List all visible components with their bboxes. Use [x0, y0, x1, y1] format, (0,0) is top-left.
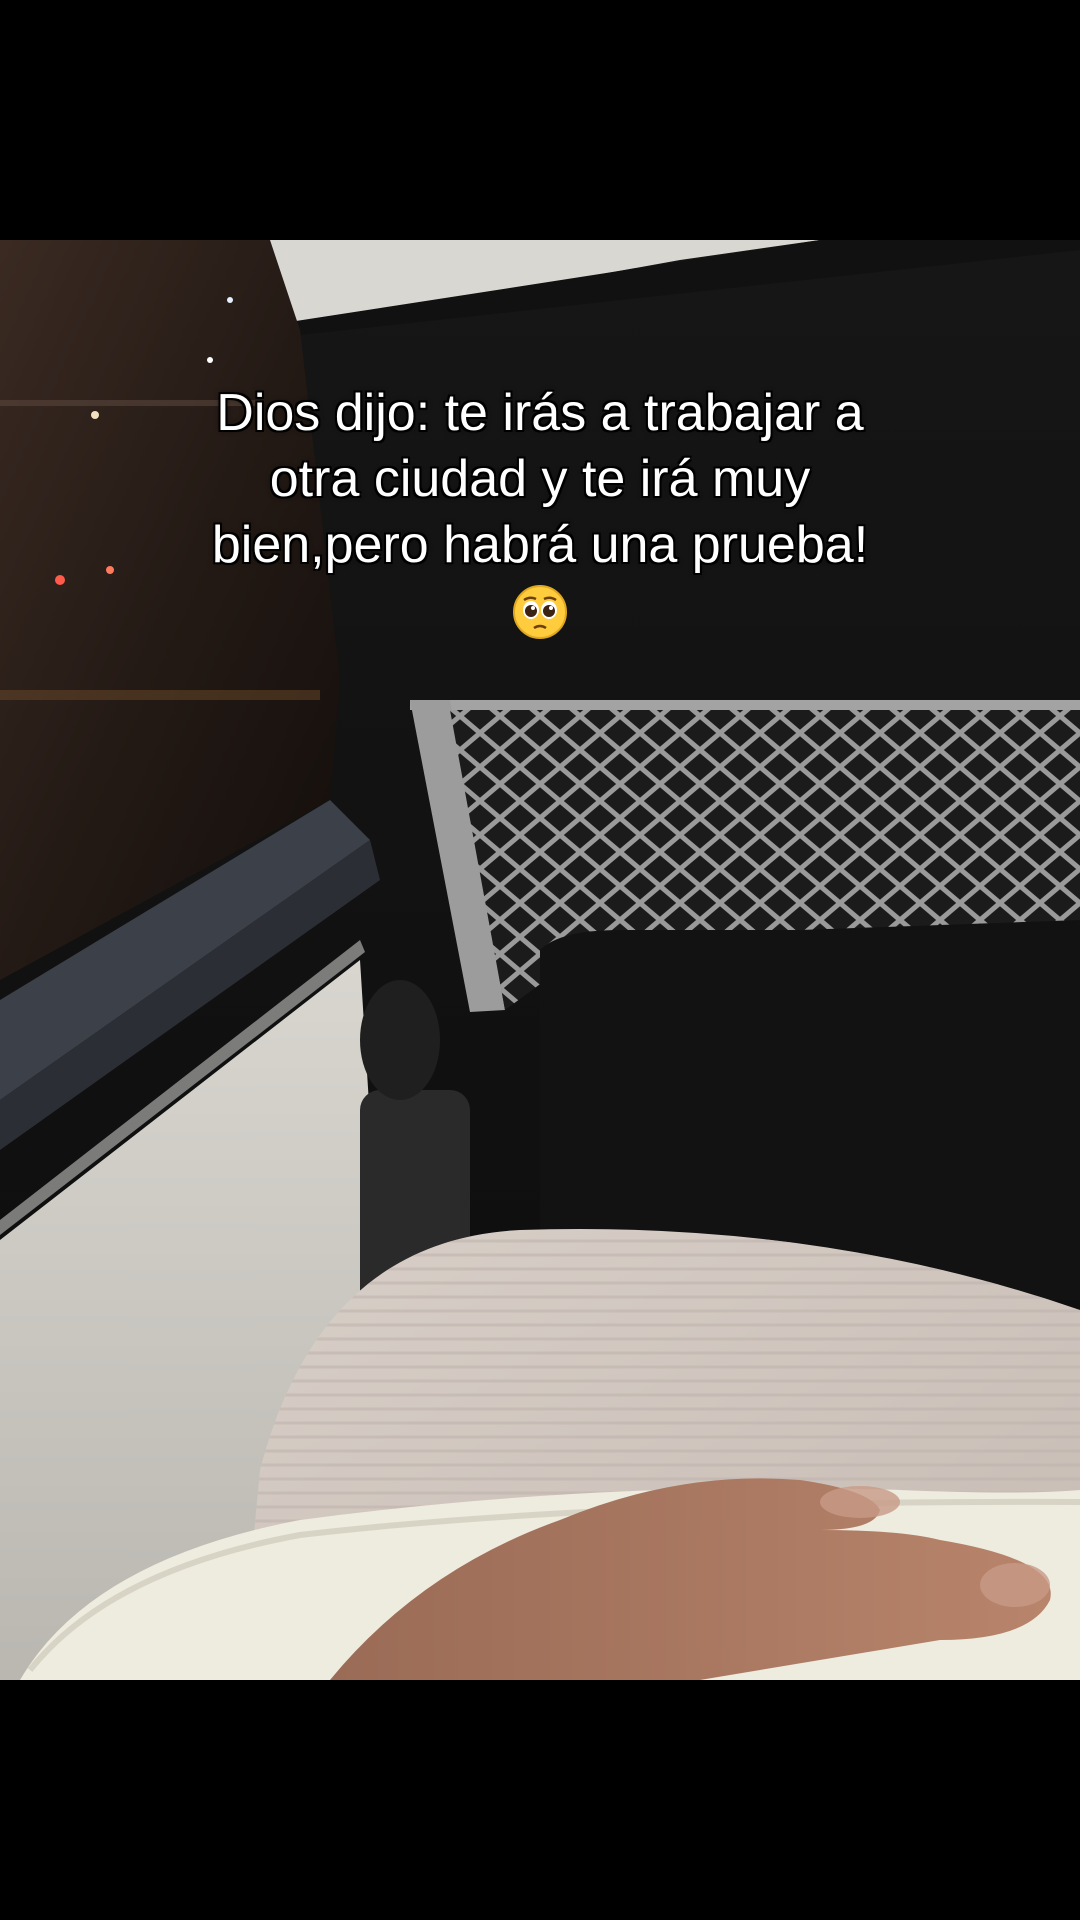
net-pocket-rail	[410, 700, 1080, 710]
letterbox-bottom	[0, 1680, 1080, 1920]
caption-line-1: Dios dijo: te irás a trabajar a	[216, 384, 864, 442]
video-caption: Dios dijo: te irás a trabajar a otra ciu…	[90, 380, 990, 656]
caption-line-2: otra ciudad y te irá muy	[269, 450, 811, 508]
pleading-face-emoji-icon	[512, 584, 568, 640]
caption-line-3: bien,pero habrá una prueba!	[211, 516, 869, 574]
letterbox-top	[0, 0, 1080, 240]
